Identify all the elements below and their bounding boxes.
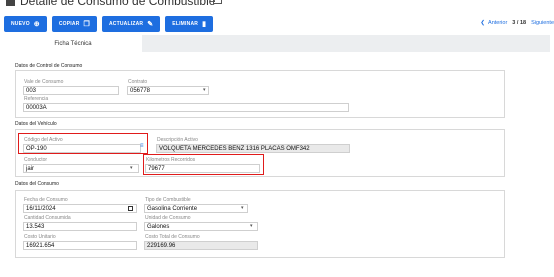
- plus-circle-icon: ⊕: [33, 21, 40, 28]
- tipo-label: Tipo de Combustible: [145, 197, 191, 203]
- fecha-input[interactable]: 16/11/2024: [23, 204, 137, 213]
- nuevo-label: NUEVO: [11, 21, 30, 27]
- unidad-select[interactable]: Galones: [144, 222, 258, 231]
- descripcion-input: VOLQUETA MERCEDES BENZ 1316 PLACAS OMF34…: [156, 144, 350, 153]
- unidad-label: Unidad de Consumo: [145, 215, 191, 221]
- km-label: Kilometros Recorridos: [146, 157, 196, 163]
- contrato-label: Contrato: [128, 79, 148, 85]
- contrato-select[interactable]: 056778: [127, 86, 209, 95]
- copiar-label: COPIAR: [58, 21, 80, 27]
- actualizar-button[interactable]: ACTUALIZAR ✎: [102, 16, 161, 32]
- tab-bar: Ficha Técnica: [4, 35, 550, 52]
- tipo-select[interactable]: Gasolina Corriente: [144, 204, 248, 213]
- toolbar: NUEVO ⊕ COPIAR ❐ ACTUALIZAR ✎ ELIMINAR ▮: [4, 16, 214, 32]
- cantidad-input[interactable]: 13.543: [23, 222, 137, 231]
- chevron-down-icon[interactable]: ▾: [250, 223, 253, 229]
- trash-icon: ▮: [202, 21, 207, 28]
- km-input[interactable]: 79677: [145, 164, 260, 173]
- costo-total-label: Costo Total de Consumo: [145, 234, 200, 240]
- vehiculo-section-title: Datos del Vehículo: [15, 121, 57, 127]
- actualizar-label: ACTUALIZAR: [109, 21, 144, 27]
- record-pager: ❮ Anterior 3 / 18 Siguiente: [480, 20, 554, 26]
- record-position: 3 / 18: [512, 20, 527, 26]
- filter-icon[interactable]: ≡: [140, 143, 144, 149]
- costo-unitario-label: Costo Unitario: [24, 234, 56, 240]
- conductor-select[interactable]: jair: [23, 164, 139, 173]
- chevron-down-icon[interactable]: ▾: [241, 205, 244, 211]
- pencil-icon: ✎: [147, 21, 154, 28]
- consumo-section-title: Datos del Consumo: [15, 181, 59, 187]
- nuevo-button[interactable]: NUEVO ⊕: [4, 16, 47, 32]
- chevron-down-icon[interactable]: ▾: [130, 165, 133, 171]
- referencia-input[interactable]: 00003A: [23, 103, 349, 112]
- costo-total-input: 229169.96: [144, 241, 258, 250]
- vale-label: Vale de Consumo: [24, 79, 64, 85]
- eliminar-button[interactable]: ELIMINAR ▮: [165, 16, 214, 32]
- costo-unitario-input[interactable]: 16921.654: [23, 241, 137, 250]
- next-record-link[interactable]: Siguiente: [531, 20, 554, 26]
- codigo-label: Código del Activo: [24, 137, 63, 143]
- referencia-label: Referencia: [24, 96, 49, 102]
- chevron-down-icon[interactable]: ▾: [203, 87, 206, 93]
- page-title: Detalle de Consumo de Combustible: [20, 0, 216, 8]
- favorite-checkbox[interactable]: [213, 0, 222, 4]
- eliminar-label: ELIMINAR: [172, 21, 199, 27]
- calendar-icon[interactable]: [128, 206, 133, 211]
- document-icon: [6, 0, 15, 6]
- control-section-title: Datos de Control de Consumo: [15, 63, 83, 69]
- descripcion-label: Descripción Activo: [157, 137, 198, 143]
- copiar-button[interactable]: COPIAR ❐: [51, 16, 97, 32]
- conductor-label: Conductor: [24, 157, 48, 163]
- previous-record-link[interactable]: ❮ Anterior: [480, 20, 507, 26]
- copy-icon: ❐: [83, 21, 90, 28]
- tab-ficha-tecnica[interactable]: Ficha Técnica: [4, 35, 142, 52]
- fecha-label: Fecha de Consumo: [24, 197, 68, 203]
- codigo-input[interactable]: OP-190: [23, 144, 141, 153]
- cantidad-label: Cantidad Consumida: [24, 215, 71, 221]
- window-title-bar: Detalle de Consumo de Combustible: [0, 0, 554, 8]
- vale-input[interactable]: 003: [23, 86, 119, 95]
